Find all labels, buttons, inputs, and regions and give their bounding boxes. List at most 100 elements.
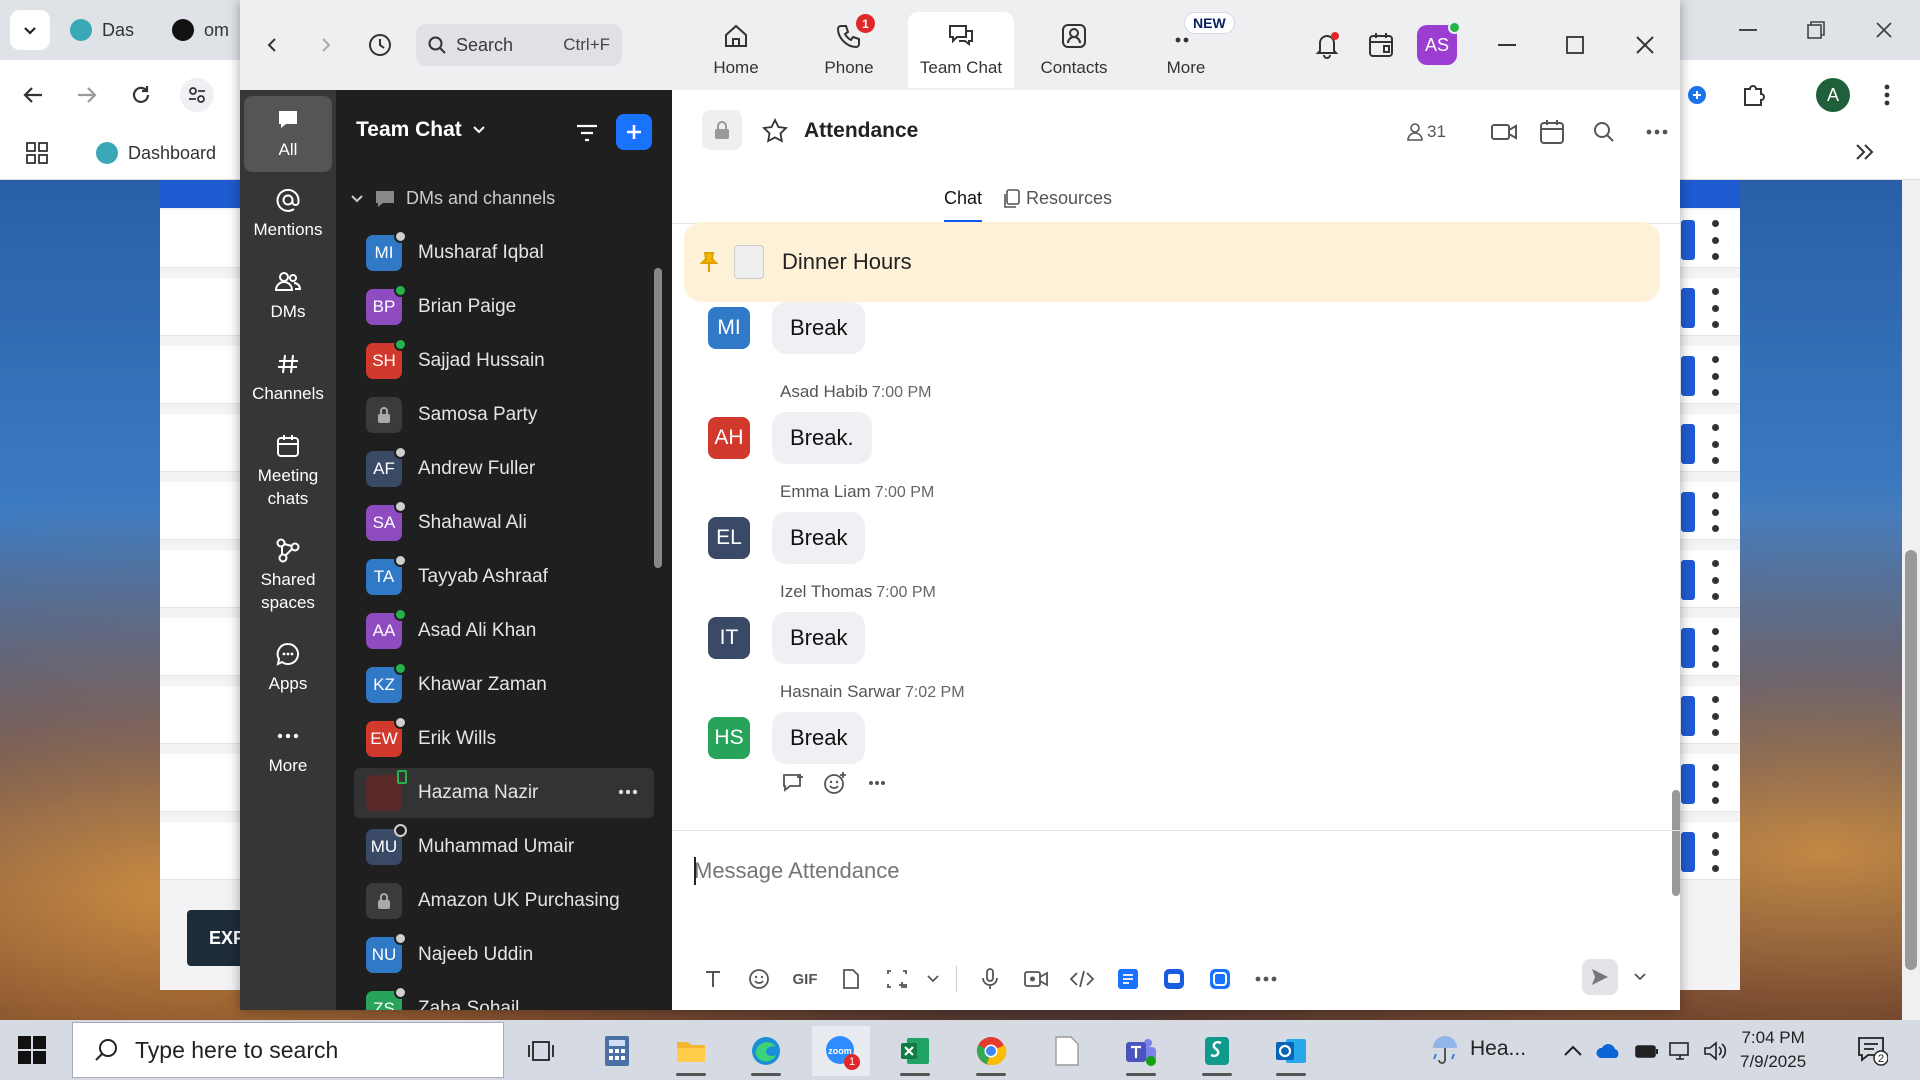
history-icon[interactable] xyxy=(362,27,398,63)
apps-grid-icon[interactable] xyxy=(26,142,48,164)
zoom-app-icon[interactable]: zoom 1 xyxy=(812,1026,870,1076)
back-icon[interactable] xyxy=(254,27,290,63)
sender-name[interactable]: Izel Thomas xyxy=(780,582,872,601)
video-icon[interactable] xyxy=(1490,118,1518,146)
gif-button[interactable]: GIF xyxy=(782,959,828,999)
list-item[interactable]: SA Shahawal Ali xyxy=(354,498,654,548)
chevron-up-icon[interactable] xyxy=(1560,1038,1586,1064)
profile-avatar[interactable]: A xyxy=(1816,78,1850,112)
minimize-icon[interactable] xyxy=(1489,27,1525,63)
browser-menu-icon[interactable] xyxy=(1870,78,1904,112)
message-input[interactable] xyxy=(694,851,1654,891)
system-clock[interactable]: 7:04 PM 7/9/2025 xyxy=(1740,1026,1806,1074)
whiteboard-app-icon[interactable] xyxy=(1151,959,1197,999)
rail-item-more[interactable]: More xyxy=(244,722,332,777)
list-item[interactable]: Samosa Party xyxy=(354,390,654,440)
sender-name[interactable]: Hasnain Sarwar xyxy=(780,682,901,701)
extension-icon[interactable] xyxy=(1680,78,1714,112)
filter-icon[interactable] xyxy=(572,118,602,148)
avatar[interactable]: AH xyxy=(708,417,750,459)
format-text-icon[interactable] xyxy=(690,959,736,999)
screenshot-icon[interactable] xyxy=(874,959,920,999)
calendar-icon[interactable] xyxy=(1538,118,1566,146)
search-icon[interactable] xyxy=(1590,118,1618,146)
more-options-icon[interactable] xyxy=(864,770,890,796)
reply-icon[interactable] xyxy=(780,770,806,796)
rail-item-all[interactable]: All xyxy=(244,96,332,172)
list-item[interactable]: AF Andrew Fuller xyxy=(354,444,654,494)
reload-icon[interactable] xyxy=(124,78,158,112)
send-button[interactable] xyxy=(1582,959,1618,995)
rail-item-channels[interactable]: Channels xyxy=(244,350,332,405)
row-menu-icon[interactable] xyxy=(1710,288,1720,328)
row-menu-icon[interactable] xyxy=(1710,424,1720,464)
bookmark-dashboard[interactable]: Dashboard xyxy=(96,142,216,164)
extensions-puzzle-icon[interactable] xyxy=(1736,78,1770,112)
more-options-icon[interactable] xyxy=(616,780,640,804)
row-menu-icon[interactable] xyxy=(1710,560,1720,600)
row-menu-icon[interactable] xyxy=(1710,356,1720,396)
list-item[interactable]: NU Najeeb Uddin xyxy=(354,930,654,980)
forward-icon[interactable] xyxy=(70,78,104,112)
list-item[interactable]: Hazama Nazir xyxy=(354,768,654,818)
more-options-icon[interactable] xyxy=(1643,118,1671,146)
row-action-stub[interactable] xyxy=(1681,356,1695,396)
outlook-app-icon[interactable] xyxy=(1262,1026,1320,1076)
tab-more[interactable]: NEW More xyxy=(1133,12,1239,88)
restore-icon[interactable] xyxy=(1804,18,1828,42)
chevron-down-icon[interactable] xyxy=(1626,963,1654,991)
minimize-icon[interactable] xyxy=(1736,18,1760,42)
row-menu-icon[interactable] xyxy=(1710,764,1720,804)
avatar[interactable]: IT xyxy=(708,617,750,659)
onedrive-icon[interactable] xyxy=(1596,1038,1622,1064)
row-action-stub[interactable] xyxy=(1681,220,1695,260)
star-icon[interactable] xyxy=(762,118,788,144)
list-item[interactable]: MI Musharaf Iqbal xyxy=(354,228,654,278)
file-explorer-icon[interactable] xyxy=(662,1026,720,1076)
excel-app-icon[interactable] xyxy=(886,1026,944,1076)
list-item[interactable]: AA Asad Ali Khan xyxy=(354,606,654,656)
row-action-stub[interactable] xyxy=(1681,560,1695,600)
avatar[interactable]: HS xyxy=(708,717,750,759)
list-scrollbar[interactable] xyxy=(654,268,662,568)
rail-item-mentions[interactable]: Mentions xyxy=(244,186,332,241)
edge-browser-icon[interactable] xyxy=(737,1026,795,1076)
calculator-app-icon[interactable] xyxy=(588,1026,646,1076)
battery-icon[interactable] xyxy=(1634,1038,1660,1064)
task-view-icon[interactable] xyxy=(512,1026,570,1076)
back-icon[interactable] xyxy=(16,78,50,112)
row-menu-icon[interactable] xyxy=(1710,220,1720,260)
list-item[interactable]: EW Erik Wills xyxy=(354,714,654,764)
taskbar-search[interactable]: Type here to search xyxy=(72,1022,504,1078)
rail-item-apps[interactable]: Apps xyxy=(244,640,332,695)
list-item[interactable]: SH Sajjad Hussain xyxy=(354,336,654,386)
tab-phone[interactable]: 1 Phone xyxy=(796,12,902,88)
forward-icon[interactable] xyxy=(308,27,344,63)
avatar[interactable]: MI xyxy=(708,307,750,349)
member-count[interactable]: 31 xyxy=(1407,122,1446,142)
list-item[interactable]: MU Muhammad Umair xyxy=(354,822,654,872)
sender-name[interactable]: Emma Liam xyxy=(780,482,871,501)
rail-item-meeting-chats[interactable]: Meeting chats xyxy=(244,432,332,510)
avatar[interactable]: EL xyxy=(708,517,750,559)
row-action-stub[interactable] xyxy=(1681,764,1695,804)
list-item[interactable]: TA Tayyab Ashraaf xyxy=(354,552,654,602)
list-title-dropdown[interactable]: Team Chat xyxy=(356,118,486,142)
section-header-dms-channels[interactable]: DMs and channels xyxy=(350,188,555,209)
tab-home[interactable]: Home xyxy=(683,12,789,88)
emoji-icon[interactable] xyxy=(736,959,782,999)
pinned-message[interactable]: Dinner Hours xyxy=(684,222,1660,302)
user-avatar[interactable]: AS xyxy=(1417,21,1461,65)
row-action-stub[interactable] xyxy=(1681,628,1695,668)
tab-chat[interactable]: Chat xyxy=(944,188,983,223)
calendar-icon[interactable] xyxy=(1363,27,1399,63)
browser-tab[interactable]: Das xyxy=(70,12,134,48)
list-item[interactable]: KZ Khawar Zaman xyxy=(354,660,654,710)
tab-list-button[interactable] xyxy=(10,10,50,50)
row-action-stub[interactable] xyxy=(1681,492,1695,532)
chat-scrollbar[interactable] xyxy=(1672,300,1680,896)
docs-app-icon[interactable] xyxy=(1105,959,1151,999)
rail-item-dms[interactable]: DMs xyxy=(244,268,332,323)
teams-app-icon[interactable] xyxy=(1112,1026,1170,1076)
windows-start-icon[interactable] xyxy=(16,1034,48,1066)
